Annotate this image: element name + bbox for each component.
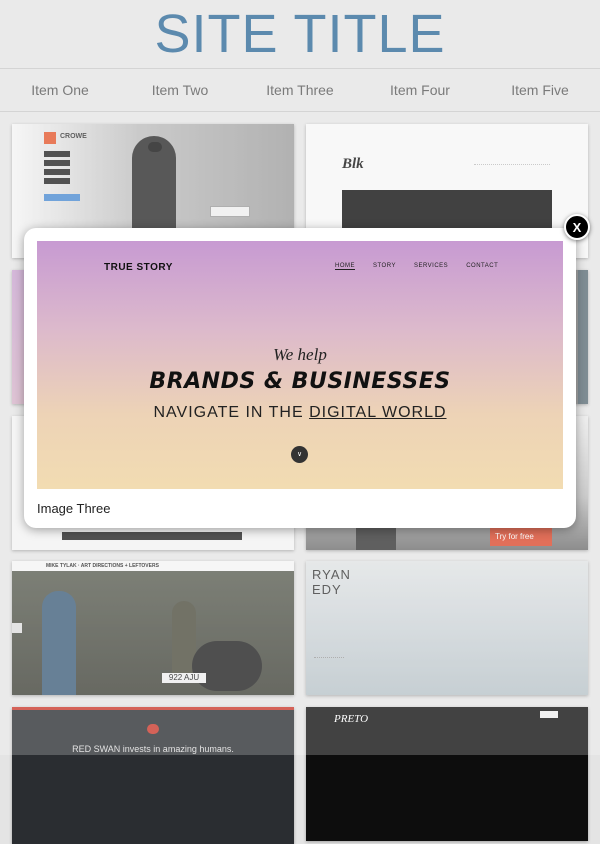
true-story-nav-services: SERVICES [413, 263, 449, 269]
true-story-nav-story: STORY [373, 263, 396, 269]
headline-navigate: NAVIGATE IN THE DIGITAL WORLD [37, 404, 563, 422]
lightbox-caption: Image Three [37, 501, 111, 516]
chevron-down-icon: ∨ [291, 446, 308, 463]
lightbox-image: TRUE STORY HOME STORY SERVICES CONTACT W… [37, 241, 563, 489]
headline-digital-world: DIGITAL WORLD [309, 404, 447, 421]
headline-brands: BRANDS & BUSINESSES [149, 369, 451, 394]
true-story-nav: HOME STORY SERVICES CONTACT [335, 263, 498, 270]
lightbox-modal: TRUE STORY HOME STORY SERVICES CONTACT W… [24, 228, 576, 528]
headline-we-help: We help [273, 345, 327, 364]
true-story-nav-home: HOME [335, 263, 355, 270]
true-story-logo: TRUE STORY [104, 262, 173, 273]
close-button[interactable]: X [564, 214, 590, 240]
true-story-nav-contact: CONTACT [466, 263, 499, 269]
headline-navigate-prefix: NAVIGATE IN THE [153, 404, 310, 421]
